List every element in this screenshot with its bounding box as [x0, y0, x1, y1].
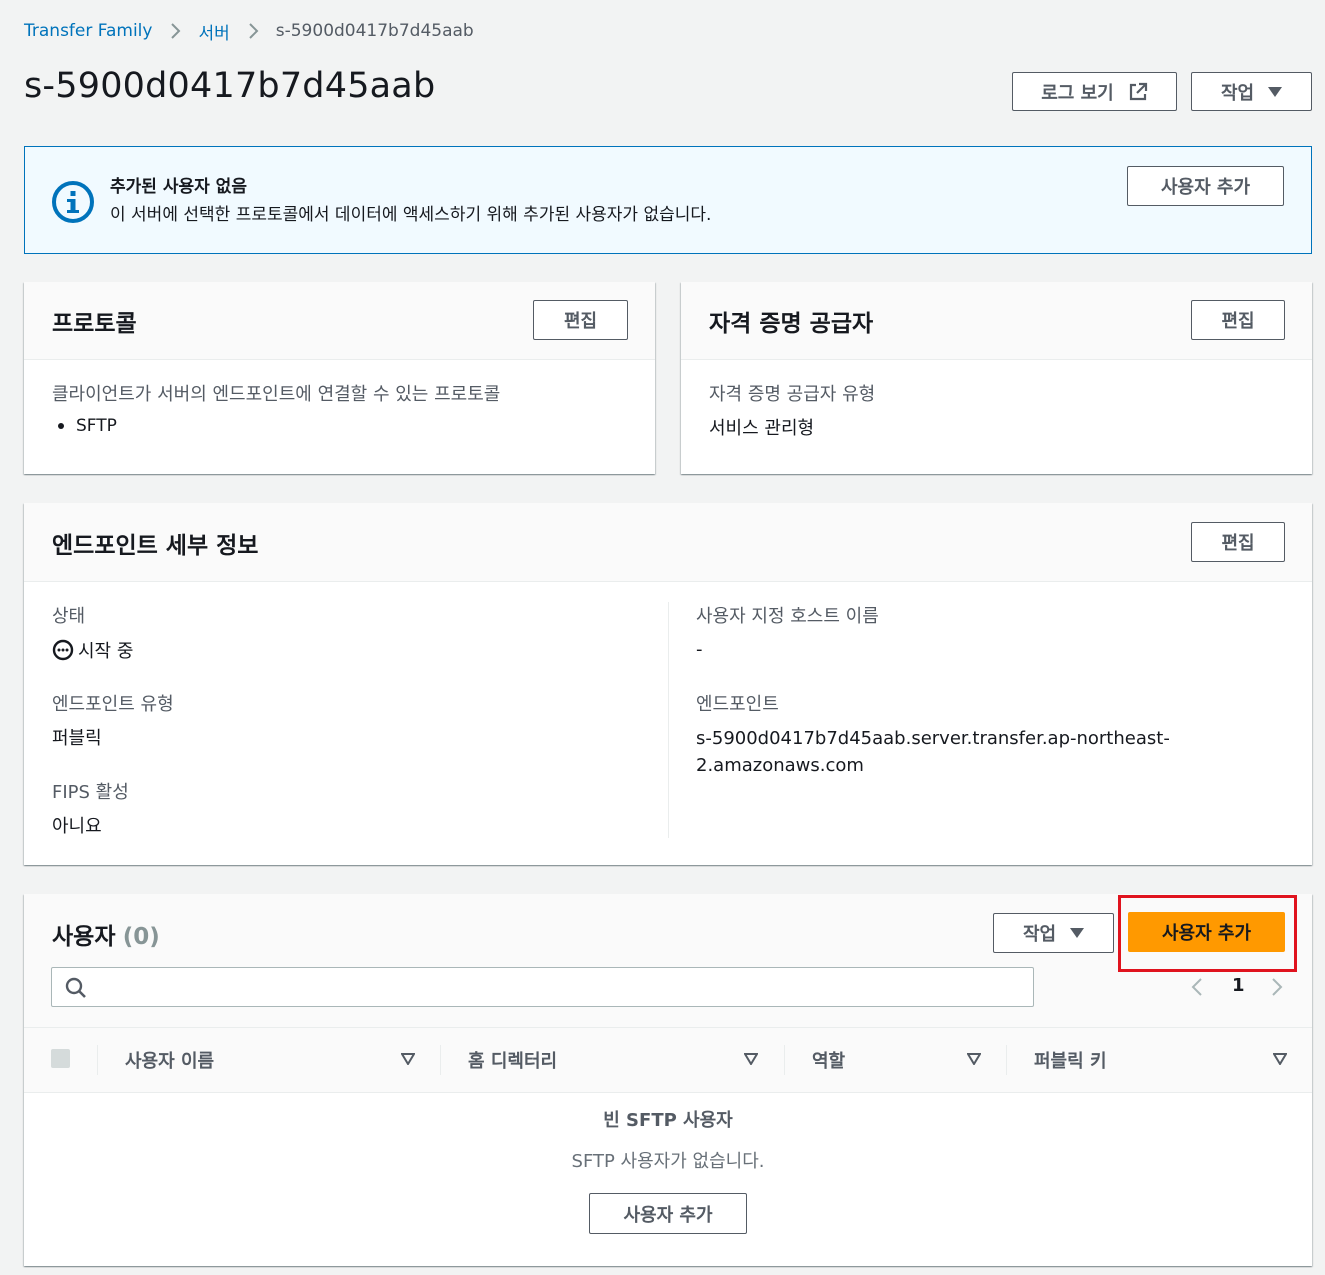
- endpoint-type-value: 퍼블릭: [52, 728, 102, 749]
- chevron-left-icon[interactable]: [1190, 977, 1204, 997]
- users-count: (0): [122, 924, 160, 950]
- users-actions-button[interactable]: 작업: [993, 913, 1114, 953]
- page-number[interactable]: 1: [1232, 975, 1245, 996]
- breadcrumb-transfer-family[interactable]: Transfer Family: [24, 21, 152, 41]
- empty-add-user-label: 사용자 추가: [623, 1204, 713, 1226]
- users-search-box[interactable]: [51, 967, 1034, 1007]
- search-icon: [65, 977, 86, 998]
- chevron-right-icon: [249, 23, 259, 39]
- bullet-icon: [58, 423, 64, 429]
- flash-title: 추가된 사용자 없음: [110, 177, 247, 197]
- protocols-edit-button[interactable]: 편집: [533, 300, 628, 340]
- chevron-right-icon: [171, 23, 181, 39]
- flash-add-user-button[interactable]: 사용자 추가: [1127, 166, 1284, 206]
- protocol-list-item: SFTP: [58, 416, 117, 436]
- identity-edit-label: 편집: [1221, 311, 1255, 332]
- fips-label: FIPS 활성: [52, 782, 129, 803]
- flash-add-user-label: 사용자 추가: [1160, 177, 1251, 198]
- state-value: 시작 중: [52, 637, 133, 663]
- identity-title: 자격 증명 공급자: [709, 311, 874, 337]
- state-label: 상태: [52, 606, 86, 627]
- protocols-title: 프로토콜: [52, 311, 137, 337]
- select-all-checkbox[interactable]: [51, 1049, 70, 1068]
- users-table-header: [24, 1027, 1312, 1093]
- endpoint-edit-label: 편집: [1221, 533, 1255, 554]
- external-link-icon: [1129, 82, 1147, 100]
- fips-value: 아니요: [52, 816, 102, 837]
- highlight-box: [1118, 895, 1297, 972]
- column-divider: [668, 602, 669, 838]
- info-flash: 추가된 사용자 없음 이 서버에 선택한 프로토콜에서 데이터에 액세스하기 위…: [24, 146, 1312, 254]
- sort-down-icon[interactable]: [401, 1053, 415, 1065]
- identity-edit-button[interactable]: 편집: [1191, 300, 1285, 340]
- identity-label: 자격 증명 공급자 유형: [709, 384, 876, 405]
- custom-hostname-value: -: [696, 639, 703, 660]
- endpoint-details-card: 엔드포인트 세부 정보 편집 상태 시작 중 엔드포인트 유형 퍼블릭 FIPS…: [24, 503, 1312, 865]
- sort-down-icon[interactable]: [1273, 1053, 1287, 1065]
- users-title: 사용자 (0): [52, 917, 160, 951]
- sort-down-icon[interactable]: [744, 1053, 758, 1065]
- endpoint-edit-button[interactable]: 편집: [1191, 522, 1285, 562]
- caret-down-icon: [1070, 928, 1085, 938]
- protocol-sftp: SFTP: [76, 416, 117, 436]
- column-header-public-key[interactable]: 퍼블릭 키: [1034, 1047, 1107, 1073]
- users-title-text: 사용자: [52, 924, 116, 950]
- protocols-card: 프로토콜 편집 클라이언트가 서버의 엔드포인트에 연결할 수 있는 프로토콜 …: [24, 282, 655, 474]
- breadcrumb-current: s-5900d0417b7d45aab: [275, 21, 474, 41]
- empty-state-add-user-button[interactable]: 사용자 추가: [589, 1193, 747, 1234]
- identity-provider-card: 자격 증명 공급자 편집 자격 증명 공급자 유형 서비스 관리형: [681, 282, 1312, 474]
- state-text: 시작 중: [78, 641, 134, 662]
- info-icon: [52, 181, 94, 223]
- column-divider: [784, 1045, 785, 1075]
- column-divider: [1006, 1045, 1007, 1075]
- view-logs-label: 로그 보기: [1041, 82, 1114, 104]
- custom-hostname-label: 사용자 지정 호스트 이름: [696, 606, 879, 627]
- view-logs-button[interactable]: 로그 보기: [1012, 72, 1177, 111]
- caret-down-icon: [1268, 86, 1283, 97]
- pending-status-icon: [52, 639, 74, 661]
- empty-state-message: SFTP 사용자가 없습니다.: [571, 1151, 765, 1172]
- protocols-edit-label: 편집: [563, 311, 598, 332]
- column-header-home-directory[interactable]: 홈 디렉터리: [468, 1047, 557, 1073]
- endpoint-value-line2: 2.amazonaws.com: [696, 755, 864, 776]
- flash-message: 이 서버에 선택한 프로토콜에서 데이터에 액세스하기 위해 추가된 사용자가 …: [110, 205, 712, 225]
- empty-state-title: 빈 SFTP 사용자: [603, 1110, 733, 1131]
- endpoint-label: 엔드포인트: [696, 694, 779, 715]
- page-title: s-5900d0417b7d45aab: [24, 66, 436, 106]
- breadcrumb-servers[interactable]: 서버: [198, 19, 229, 44]
- identity-value: 서비스 관리형: [709, 418, 815, 439]
- breadcrumb: Transfer Family 서버 s-5900d0417b7d45aab: [24, 18, 474, 44]
- column-header-username[interactable]: 사용자 이름: [125, 1047, 214, 1073]
- column-divider: [440, 1045, 441, 1075]
- actions-dropdown-button[interactable]: 작업: [1191, 72, 1312, 111]
- endpoint-type-label: 엔드포인트 유형: [52, 694, 174, 715]
- endpoint-value-line1: s-5900d0417b7d45aab.server.transfer.ap-n…: [696, 728, 1170, 749]
- column-header-role[interactable]: 역할: [812, 1047, 845, 1073]
- chevron-right-icon[interactable]: [1270, 977, 1284, 997]
- endpoint-title: 엔드포인트 세부 정보: [52, 533, 259, 559]
- users-search-input[interactable]: [96, 968, 1026, 1006]
- protocols-label: 클라이언트가 서버의 엔드포인트에 연결할 수 있는 프로토콜: [52, 384, 501, 405]
- endpoint-value: s-5900d0417b7d45aab.server.transfer.ap-n…: [696, 725, 1170, 779]
- users-actions-label: 작업: [1022, 924, 1057, 945]
- sort-down-icon[interactable]: [967, 1053, 981, 1065]
- column-divider: [97, 1045, 98, 1075]
- actions-label: 작업: [1220, 82, 1255, 104]
